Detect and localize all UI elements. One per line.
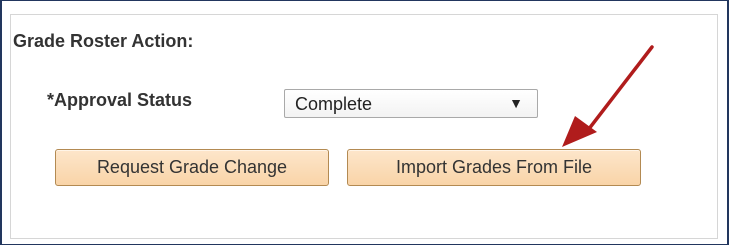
approval-status-select[interactable]: Complete ▼ [284, 89, 538, 118]
request-grade-change-button[interactable]: Request Grade Change [55, 149, 329, 186]
import-grades-from-file-button[interactable]: Import Grades From File [347, 149, 641, 186]
approval-status-label: *Approval Status [47, 90, 193, 110]
grade-roster-action-heading: Grade Roster Action: [13, 31, 194, 51]
approval-status-selected-value: Complete [295, 94, 373, 114]
chevron-down-icon: ▼ [509, 95, 523, 111]
